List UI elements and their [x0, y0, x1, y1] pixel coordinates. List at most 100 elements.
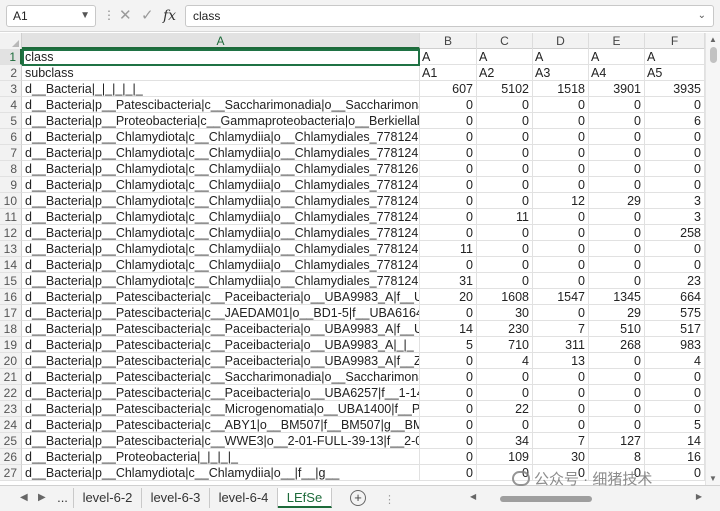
cell-a[interactable]: d__Bacteria|_|_|_|_|_ — [22, 81, 420, 97]
cell-f[interactable]: 0 — [645, 385, 705, 401]
cell-f[interactable]: 4 — [645, 353, 705, 369]
cell-d[interactable]: 0 — [533, 273, 589, 289]
cell-b[interactable]: 0 — [420, 465, 477, 481]
row-header[interactable]: 4 — [0, 97, 22, 113]
cell-b[interactable]: 14 — [420, 321, 477, 337]
cell-e[interactable]: 0 — [589, 129, 645, 145]
row-header[interactable]: 7 — [0, 145, 22, 161]
column-header-a[interactable]: A — [22, 33, 420, 49]
cell-c[interactable]: 11 — [477, 209, 533, 225]
horizontal-scrollbar[interactable]: ◀ ▶ — [470, 492, 702, 505]
cell-f[interactable]: 3935 — [645, 81, 705, 97]
scroll-up-icon[interactable]: ▲ — [709, 35, 717, 44]
cell-a[interactable]: d__Bacteria|p__Chlamydiota|c__Chlamydiia… — [22, 225, 420, 241]
cell-b[interactable]: 0 — [420, 225, 477, 241]
cell-a[interactable]: d__Bacteria|p__Patescibacteria|c__JAEDAM… — [22, 305, 420, 321]
cell-d[interactable]: A — [533, 49, 589, 65]
cell-b[interactable]: 0 — [420, 353, 477, 369]
cell-b[interactable]: 20 — [420, 289, 477, 305]
cell-b[interactable]: 31 — [420, 273, 477, 289]
cell-c[interactable]: A — [477, 49, 533, 65]
row-header[interactable]: 10 — [0, 193, 22, 209]
cell-a[interactable]: d__Bacteria|p__Chlamydiota|c__Chlamydiia… — [22, 465, 420, 481]
cell-e[interactable]: 0 — [589, 417, 645, 433]
cell-f[interactable]: 0 — [645, 177, 705, 193]
cell-d[interactable]: 0 — [533, 241, 589, 257]
cell-e[interactable]: 0 — [589, 161, 645, 177]
cell-f[interactable]: 0 — [645, 129, 705, 145]
cell-c[interactable]: 30 — [477, 305, 533, 321]
cell-b[interactable]: 0 — [420, 305, 477, 321]
cell-d[interactable]: 30 — [533, 449, 589, 465]
horizontal-scroll-thumb[interactable] — [500, 496, 592, 502]
cell-c[interactable]: 34 — [477, 433, 533, 449]
row-header[interactable]: 11 — [0, 209, 22, 225]
cell-d[interactable]: 7 — [533, 321, 589, 337]
row-header[interactable]: 8 — [0, 161, 22, 177]
cell-a[interactable]: d__Bacteria|p__Patescibacteria|c__Paceib… — [22, 385, 420, 401]
row-header[interactable]: 20 — [0, 353, 22, 369]
column-header-c[interactable]: C — [477, 33, 533, 49]
cell-e[interactable]: 0 — [589, 385, 645, 401]
cell-e[interactable]: 0 — [589, 145, 645, 161]
cell-a[interactable]: d__Bacteria|p__Chlamydiota|c__Chlamydiia… — [22, 193, 420, 209]
cell-f[interactable]: 0 — [645, 161, 705, 177]
cell-c[interactable]: 0 — [477, 273, 533, 289]
cell-b[interactable]: A1 — [420, 65, 477, 81]
cell-a[interactable]: d__Bacteria|p__Patescibacteria|c__Paceib… — [22, 289, 420, 305]
cell-b[interactable]: 0 — [420, 257, 477, 273]
cell-e[interactable]: A — [589, 49, 645, 65]
cell-a[interactable]: d__Bacteria|p__Chlamydiota|c__Chlamydiia… — [22, 241, 420, 257]
cell-f[interactable]: 0 — [645, 145, 705, 161]
cell-d[interactable]: A3 — [533, 65, 589, 81]
cell-f[interactable]: 664 — [645, 289, 705, 305]
select-all-corner[interactable] — [0, 33, 22, 49]
cell-c[interactable]: A2 — [477, 65, 533, 81]
column-header-e[interactable]: E — [589, 33, 645, 49]
cell-c[interactable]: 0 — [477, 161, 533, 177]
cell-a[interactable]: d__Bacteria|p__Chlamydiota|c__Chlamydiia… — [22, 129, 420, 145]
cell-d[interactable]: 0 — [533, 129, 589, 145]
cell-d[interactable]: 12 — [533, 193, 589, 209]
cell-c[interactable]: 4 — [477, 353, 533, 369]
cell-b[interactable]: 0 — [420, 385, 477, 401]
cell-f[interactable]: 5 — [645, 417, 705, 433]
cell-c[interactable]: 0 — [477, 97, 533, 113]
column-header-f[interactable]: F — [645, 33, 705, 49]
cell-c[interactable]: 109 — [477, 449, 533, 465]
row-header[interactable]: 27 — [0, 465, 22, 481]
cell-c[interactable]: 1608 — [477, 289, 533, 305]
cell-a[interactable]: d__Bacteria|p__Chlamydiota|c__Chlamydiia… — [22, 161, 420, 177]
cell-c[interactable]: 0 — [477, 225, 533, 241]
cell-b[interactable]: 0 — [420, 401, 477, 417]
cell-a[interactable]: d__Bacteria|p__Chlamydiota|c__Chlamydiia… — [22, 209, 420, 225]
cell-e[interactable]: 127 — [589, 433, 645, 449]
cell-d[interactable]: 0 — [533, 305, 589, 321]
sheet-tab-level-6-3[interactable]: level-6-3 — [142, 488, 210, 508]
cell-f[interactable]: 0 — [645, 97, 705, 113]
cell-b[interactable]: 0 — [420, 145, 477, 161]
vertical-scrollbar[interactable]: ▲ ▼ — [705, 33, 720, 485]
more-options-icon[interactable]: ⋮ — [103, 8, 115, 22]
scroll-right-icon[interactable]: ▶ — [696, 492, 702, 501]
cell-f[interactable]: 575 — [645, 305, 705, 321]
cell-e[interactable]: 29 — [589, 305, 645, 321]
scroll-down-icon[interactable]: ▼ — [709, 474, 717, 483]
prev-sheet-icon[interactable]: ◀ — [20, 492, 28, 503]
row-header[interactable]: 16 — [0, 289, 22, 305]
cell-a[interactable]: d__Bacteria|p__Proteobacteria|_|_|_|_ — [22, 449, 420, 465]
cell-f[interactable]: 0 — [645, 465, 705, 481]
sheet-tab-level-6-4[interactable]: level-6-4 — [210, 488, 278, 508]
sheet-tab-level-6-2[interactable]: level-6-2 — [74, 488, 142, 508]
cell-d[interactable]: 7 — [533, 433, 589, 449]
cell-c[interactable]: 230 — [477, 321, 533, 337]
cell-a[interactable]: d__Bacteria|p__Patescibacteria|c__Saccha… — [22, 369, 420, 385]
cell-f[interactable]: 23 — [645, 273, 705, 289]
cell-c[interactable]: 710 — [477, 337, 533, 353]
vertical-scroll-thumb[interactable] — [710, 47, 717, 63]
cell-c[interactable]: 22 — [477, 401, 533, 417]
cell-a[interactable]: class — [22, 49, 420, 65]
row-header[interactable]: 9 — [0, 177, 22, 193]
cell-a[interactable]: d__Bacteria|p__Patescibacteria|c__ABY1|o… — [22, 417, 420, 433]
formula-input[interactable]: class ⌄ — [185, 5, 714, 27]
